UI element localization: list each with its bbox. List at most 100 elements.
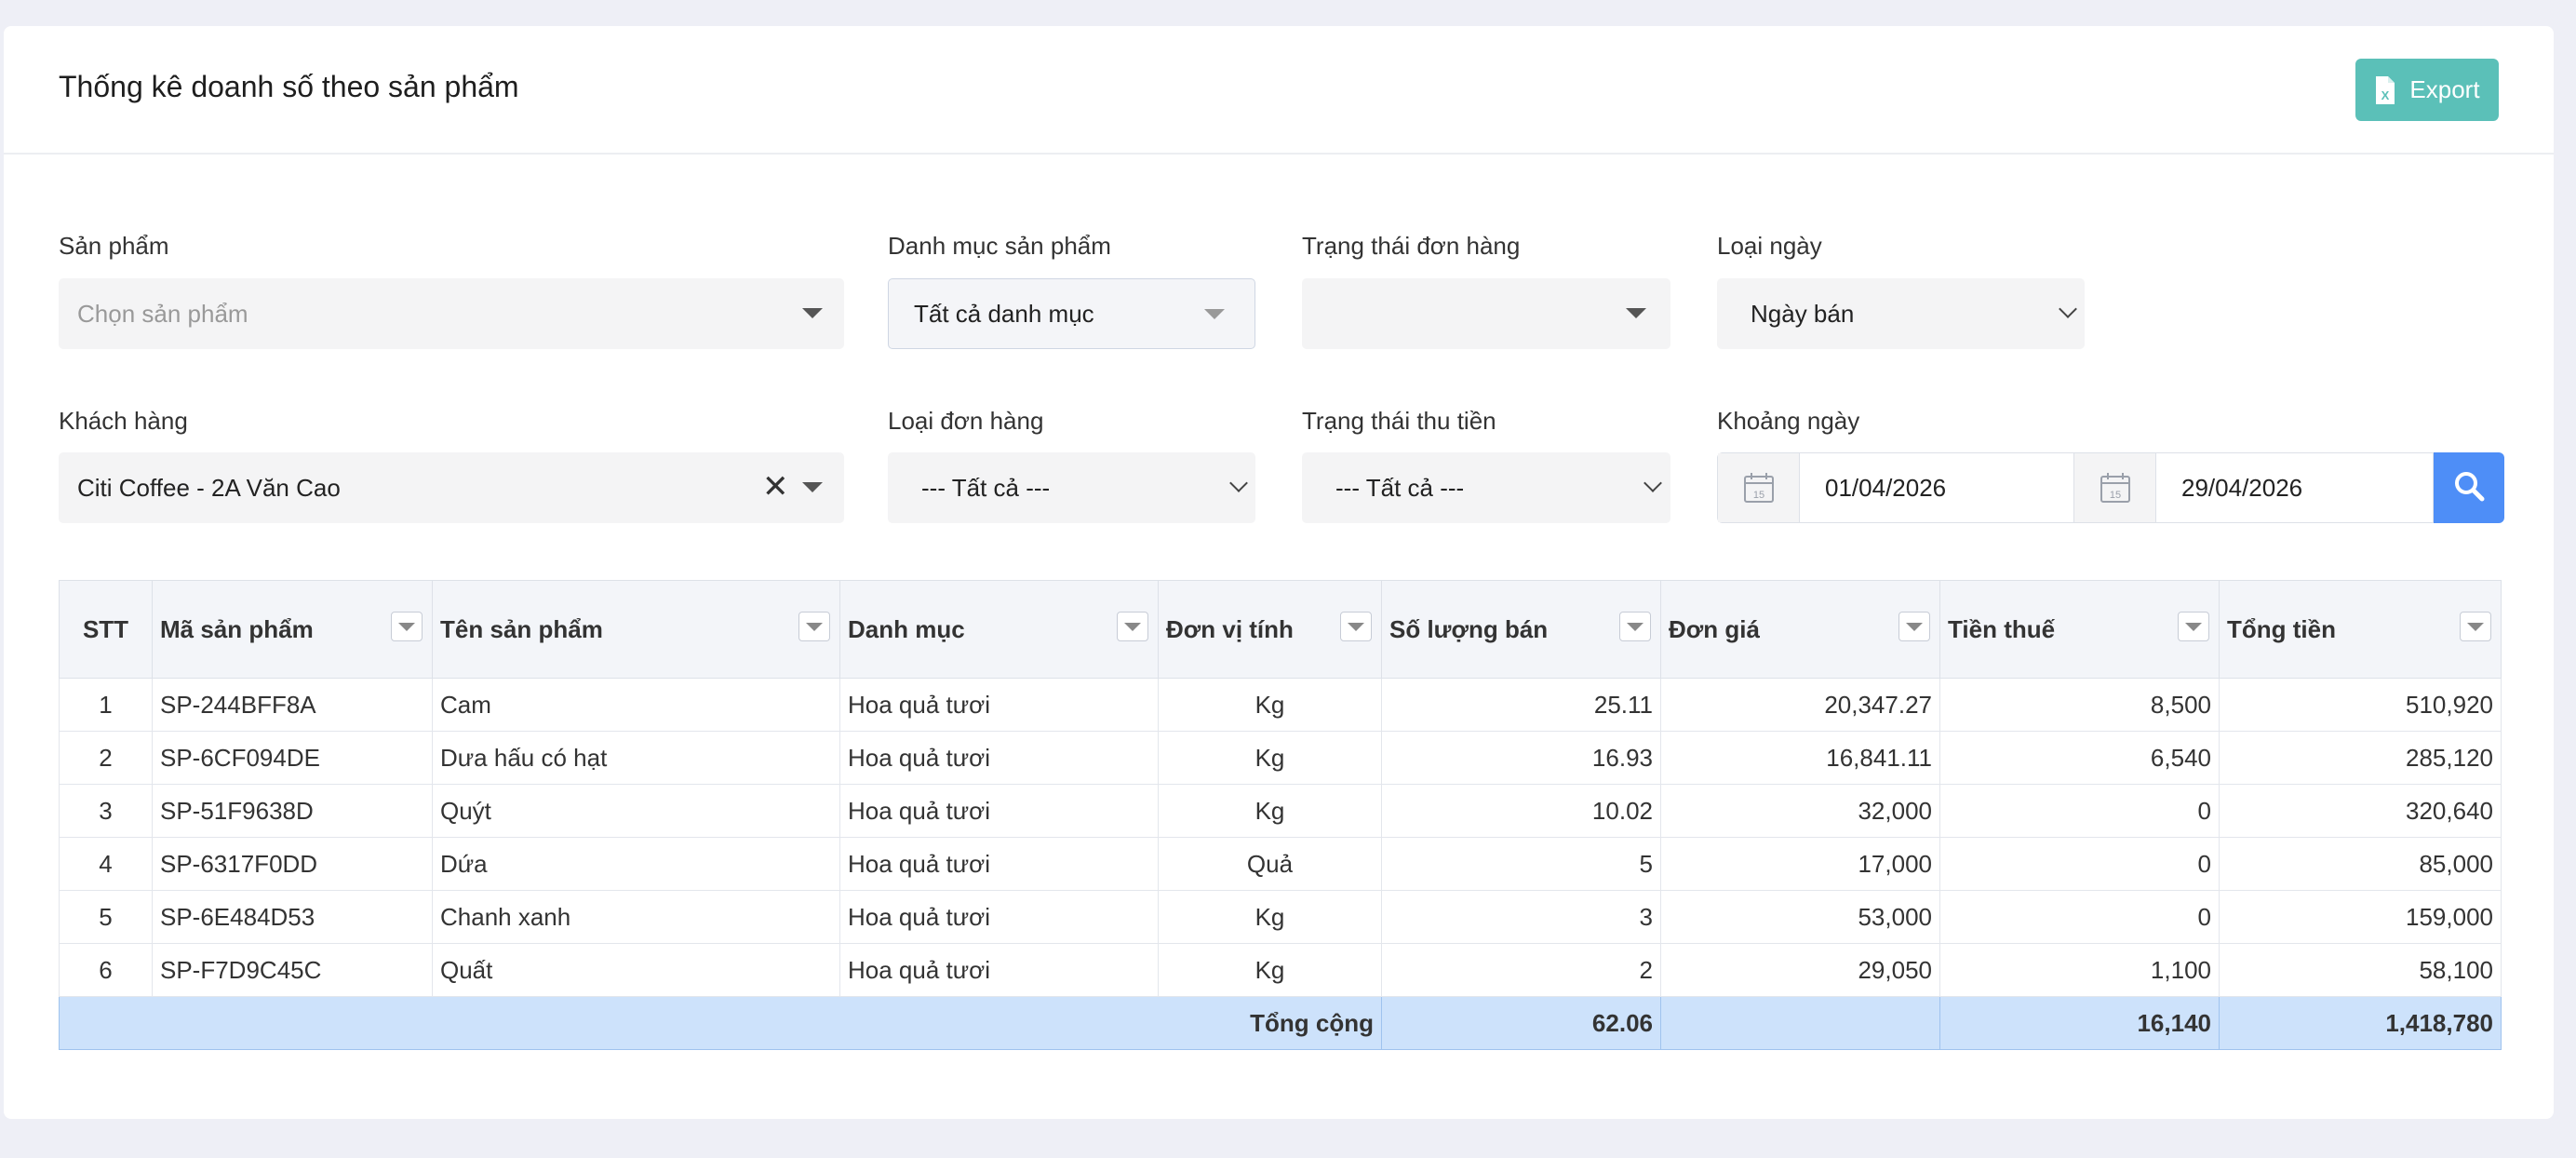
cell-total: 58,100 [2219, 943, 2502, 997]
cell-quantity: 25.11 [1381, 678, 1661, 732]
cell-total: 285,120 [2219, 731, 2502, 785]
order-status-label: Trạng thái đơn hàng [1302, 232, 1521, 260]
cell-category: Hoa quả tươi [839, 731, 1159, 785]
date-from-field[interactable]: 15 01/04/2026 [1717, 452, 2074, 523]
filter-icon[interactable] [2178, 612, 2209, 641]
cell-total: 320,640 [2219, 784, 2502, 838]
column-header-unit[interactable]: Đơn vị tính [1158, 580, 1382, 679]
cell-quantity: 5 [1381, 837, 1661, 891]
table-header-row: STT Mã sản phẩm Tên sản phẩm Danh mục Đơ… [59, 580, 2502, 679]
cell-category: Hoa quả tươi [839, 890, 1159, 944]
column-header-category[interactable]: Danh mục [839, 580, 1159, 679]
cell-total: 159,000 [2219, 890, 2502, 944]
cell-unit: Kg [1158, 731, 1382, 785]
calendar-icon[interactable]: 15 [1718, 453, 1800, 522]
cell-name: Quýt [432, 784, 840, 838]
cell-stt: 3 [59, 784, 153, 838]
date-to-value: 29/04/2026 [2181, 473, 2303, 502]
cell-tax: 0 [1939, 890, 2220, 944]
cell-unit-price: 29,050 [1660, 943, 1940, 997]
column-header-total[interactable]: Tổng tiền [2219, 580, 2502, 679]
date-to-field[interactable]: 15 29/04/2026 [2074, 452, 2434, 523]
search-button[interactable] [2434, 452, 2504, 523]
cell-unit-price: 17,000 [1660, 837, 1940, 891]
cell-stt: 4 [59, 837, 153, 891]
filter-icon[interactable] [1340, 612, 1372, 641]
search-icon [2453, 470, 2485, 506]
cell-stt: 2 [59, 731, 153, 785]
table-row: 2 SP-6CF094DE Dưa hấu có hạt Hoa quả tươ… [59, 731, 2502, 785]
date-from-value: 01/04/2026 [1825, 473, 1947, 502]
cell-category: Hoa quả tươi [839, 784, 1159, 838]
total-quantity: 62.06 [1381, 996, 1661, 1050]
table-row: 1 SP-244BFF8A Cam Hoa quả tươi Kg 25.11 … [59, 678, 2502, 732]
cell-tax: 0 [1939, 784, 2220, 838]
product-code-link[interactable]: SP-F7D9C45C [152, 943, 433, 997]
category-value: Tất cả danh mục [914, 299, 1094, 328]
column-header-stt: STT [59, 580, 153, 679]
date-type-label: Loại ngày [1717, 232, 1822, 260]
product-code-link[interactable]: SP-244BFF8A [152, 678, 433, 732]
total-unit-price-empty [1660, 996, 1940, 1050]
customer-label: Khách hàng [59, 407, 188, 435]
calendar-icon[interactable]: 15 [2074, 453, 2156, 522]
date-type-select[interactable]: Ngày bán [1717, 278, 2085, 349]
filter-icon[interactable] [1619, 612, 1651, 641]
cell-unit-price: 20,347.27 [1660, 678, 1940, 732]
table-row: 5 SP-6E484D53 Chanh xanh Hoa quả tươi Kg… [59, 890, 2502, 944]
filter-icon[interactable] [1898, 612, 1930, 641]
order-type-label: Loại đơn hàng [888, 407, 1044, 435]
total-tax: 16,140 [1939, 996, 2220, 1050]
cell-category: Hoa quả tươi [839, 943, 1159, 997]
cell-total: 85,000 [2219, 837, 2502, 891]
payment-status-label: Trạng thái thu tiền [1302, 407, 1496, 435]
column-header-name[interactable]: Tên sản phẩm [432, 580, 840, 679]
product-code-link[interactable]: SP-6E484D53 [152, 890, 433, 944]
cell-name: Dưa hấu có hạt [432, 731, 840, 785]
column-header-tax[interactable]: Tiền thuế [1939, 580, 2220, 679]
filter-icon[interactable] [2460, 612, 2491, 641]
cell-quantity: 10.02 [1381, 784, 1661, 838]
product-select[interactable]: Chọn sản phẩm [59, 278, 844, 349]
export-button[interactable]: X Export [2355, 59, 2499, 121]
table-row: 3 SP-51F9638D Quýt Hoa quả tươi Kg 10.02… [59, 784, 2502, 838]
cell-unit: Kg [1158, 890, 1382, 944]
filter-icon[interactable] [1117, 612, 1148, 641]
cell-quantity: 2 [1381, 943, 1661, 997]
report-card: Thống kê doanh số theo sản phẩm X Export… [4, 26, 2554, 1119]
payment-status-select[interactable]: --- Tất cả --- [1302, 452, 1670, 523]
cell-stt: 1 [59, 678, 153, 732]
order-type-select[interactable]: --- Tất cả --- [888, 452, 1255, 523]
cell-unit-price: 32,000 [1660, 784, 1940, 838]
category-label: Danh mục sản phẩm [888, 232, 1111, 260]
order-status-select[interactable] [1302, 278, 1670, 349]
total-amount: 1,418,780 [2219, 996, 2502, 1050]
column-header-quantity[interactable]: Số lượng bán [1381, 580, 1661, 679]
column-header-code[interactable]: Mã sản phẩm [152, 580, 433, 679]
caret-down-icon [1626, 308, 1646, 318]
date-type-value: Ngày bán [1751, 299, 1855, 328]
category-select[interactable]: Tất cả danh mục [888, 278, 1255, 349]
calendar-day: 15 [1752, 490, 1764, 501]
product-label: Sản phẩm [59, 232, 169, 260]
filter-icon[interactable] [798, 612, 830, 641]
cell-quantity: 16.93 [1381, 731, 1661, 785]
filter-icon[interactable] [391, 612, 423, 641]
cell-tax: 8,500 [1939, 678, 2220, 732]
caret-down-icon [802, 308, 823, 318]
cell-stt: 6 [59, 943, 153, 997]
product-placeholder: Chọn sản phẩm [77, 299, 248, 328]
product-code-link[interactable]: SP-6317F0DD [152, 837, 433, 891]
cell-tax: 1,100 [1939, 943, 2220, 997]
cell-category: Hoa quả tươi [839, 837, 1159, 891]
cell-name: Quất [432, 943, 840, 997]
cell-quantity: 3 [1381, 890, 1661, 944]
product-code-link[interactable]: SP-51F9638D [152, 784, 433, 838]
close-icon[interactable]: ✕ [762, 471, 789, 503]
product-code-link[interactable]: SP-6CF094DE [152, 731, 433, 785]
cell-category: Hoa quả tươi [839, 678, 1159, 732]
payment-status-value: --- Tất cả --- [1335, 473, 1465, 502]
column-header-unit-price[interactable]: Đơn giá [1660, 580, 1940, 679]
customer-select[interactable]: Citi Coffee - 2A Văn Cao ✕ [59, 452, 844, 523]
date-range-label: Khoảng ngày [1717, 407, 1860, 435]
